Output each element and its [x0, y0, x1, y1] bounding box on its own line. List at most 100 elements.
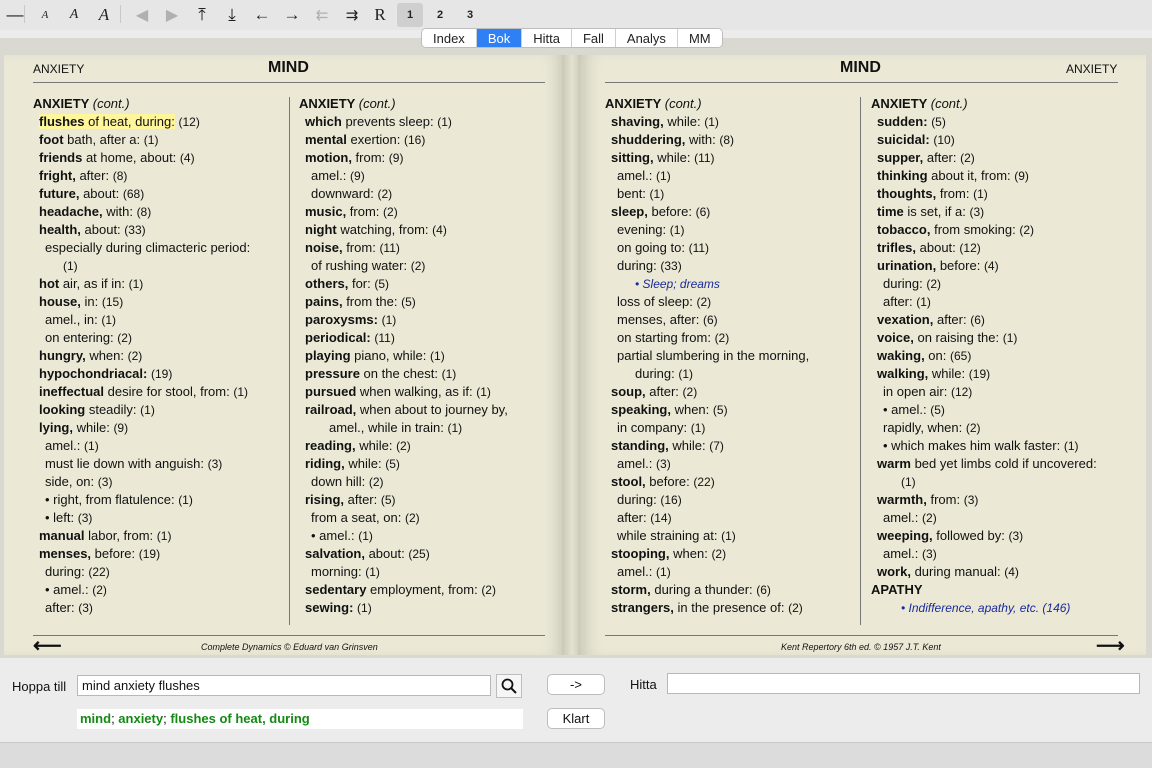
rubric-item[interactable]: morning: (1) [299, 563, 549, 581]
rubric-item[interactable]: • right, from flatulence: (1) [33, 491, 283, 509]
rubric-item[interactable]: reading, while: (2) [299, 437, 549, 455]
page-2-button[interactable]: 2 [427, 3, 453, 27]
rubric-item[interactable]: trifles, about: (12) [871, 239, 1126, 257]
rubric-item[interactable]: which prevents sleep: (1) [299, 113, 549, 131]
rubric-item[interactable]: thinking about it, from: (9) [871, 167, 1126, 185]
rubric-item[interactable]: sedentary employment, from: (2) [299, 581, 549, 599]
rubric-item[interactable]: flushes of heat, during: (12) [33, 113, 283, 131]
rubric-item[interactable]: • amel.: (2) [33, 581, 283, 599]
rubric-item[interactable]: pains, from the: (5) [299, 293, 549, 311]
tab-fall[interactable]: Fall [571, 29, 616, 47]
rubric-item[interactable]: on entering: (2) [33, 329, 283, 347]
rubric-item[interactable]: standing, while: (7) [605, 437, 855, 455]
history-forward-icon[interactable]: ⇉ [338, 3, 366, 27]
clear-button[interactable]: Klart [547, 708, 605, 729]
rubric-item[interactable]: in open air: (12) [871, 383, 1126, 401]
rubric-item[interactable]: motion, from: (9) [299, 149, 549, 167]
rubric-item[interactable]: warm bed yet limbs cold if uncovered: [871, 455, 1126, 473]
font-small-icon[interactable]: A [31, 3, 59, 27]
search-button[interactable] [496, 674, 522, 698]
rubric-item[interactable]: down hill: (2) [299, 473, 549, 491]
rubric-item[interactable]: shaving, while: (1) [605, 113, 855, 131]
rubric-item[interactable]: of rushing water: (2) [299, 257, 549, 275]
rubric-item[interactable]: • which makes him walk faster: (1) [871, 437, 1126, 455]
rubric-item[interactable]: thoughts, from: (1) [871, 185, 1126, 203]
rubric-item[interactable]: paroxysms: (1) [299, 311, 549, 329]
rubric-item[interactable]: stooping, when: (2) [605, 545, 855, 563]
tab-analys[interactable]: Analys [615, 29, 678, 47]
rubric-item[interactable]: work, during manual: (4) [871, 563, 1126, 581]
rubric-item[interactable]: manual labor, from: (1) [33, 527, 283, 545]
rubric-item[interactable]: lying, while: (9) [33, 419, 283, 437]
rubric-item[interactable]: on starting from: (2) [605, 329, 855, 347]
rubric-item[interactable]: friends at home, about: (4) [33, 149, 283, 167]
rubric-item[interactable]: speaking, when: (5) [605, 401, 855, 419]
history-back-icon[interactable]: ⇇ [308, 3, 336, 27]
path-segment[interactable]: anxiety [118, 711, 163, 726]
rubric-item[interactable]: on going to: (11) [605, 239, 855, 257]
rubric-item[interactable]: partial slumbering in the morning, [605, 347, 855, 365]
rubric-item[interactable]: mental exertion: (16) [299, 131, 549, 149]
rubric-item[interactable]: fright, after: (8) [33, 167, 283, 185]
rubric-item[interactable]: health, about: (33) [33, 221, 283, 239]
rubric-item[interactable]: sewing: (1) [299, 599, 549, 617]
rubric-item[interactable]: after: (14) [605, 509, 855, 527]
cross-reference-link[interactable]: • Sleep; dreams [605, 275, 855, 293]
rubric-item[interactable]: headache, with: (8) [33, 203, 283, 221]
rubric-item[interactable]: supper, after: (2) [871, 149, 1126, 167]
tab-hitta[interactable]: Hitta [522, 29, 572, 47]
rubric-item[interactable]: during: (22) [33, 563, 283, 581]
rubric-item[interactable]: loss of sleep: (2) [605, 293, 855, 311]
rubric-item[interactable]: amel.: (2) [871, 509, 1126, 527]
rubric-item[interactable]: while straining at: (1) [605, 527, 855, 545]
next-chapter-icon[interactable]: ▶ [158, 3, 186, 27]
rubric-item[interactable]: pursued when walking, as if: (1) [299, 383, 549, 401]
font-large-icon[interactable]: A [90, 3, 118, 27]
first-page-icon[interactable]: ⤒ [188, 3, 216, 27]
rubric-item[interactable]: waking, on: (65) [871, 347, 1126, 365]
rubric-item[interactable]: amel.: (1) [605, 563, 855, 581]
cross-reference-link[interactable]: • Indifference, apathy, etc. (146) [871, 599, 1126, 617]
rubric-item[interactable]: especially during climacteric period: [33, 239, 283, 257]
rubric-item[interactable]: must lie down with anguish: (3) [33, 455, 283, 473]
rubric-item[interactable]: shuddering, with: (8) [605, 131, 855, 149]
rubric-item[interactable]: amel.: (1) [33, 437, 283, 455]
rubric-item[interactable]: after: (3) [33, 599, 283, 617]
rubric-item[interactable]: riding, while: (5) [299, 455, 549, 473]
rubric-item[interactable]: during: (2) [871, 275, 1126, 293]
rubric-item[interactable]: rapidly, when: (2) [871, 419, 1126, 437]
rubric-item[interactable]: hungry, when: (2) [33, 347, 283, 365]
rubric-item[interactable]: amel.: (9) [299, 167, 549, 185]
rubric-item[interactable]: during: (1) [605, 365, 855, 383]
go-button[interactable]: -> [547, 674, 605, 695]
rubric-item[interactable]: • amel.: (5) [871, 401, 1126, 419]
rubric-item[interactable]: soup, after: (2) [605, 383, 855, 401]
rubric-item[interactable]: during: (16) [605, 491, 855, 509]
rubric-item[interactable]: downward: (2) [299, 185, 549, 203]
rubric-item[interactable]: from a seat, on: (2) [299, 509, 549, 527]
rubric-item[interactable]: salvation, about: (25) [299, 545, 549, 563]
rubric-item[interactable]: sitting, while: (11) [605, 149, 855, 167]
rubric-item[interactable]: • amel.: (1) [299, 527, 549, 545]
rubric-item[interactable]: menses, after: (6) [605, 311, 855, 329]
rubric-item[interactable]: (1) [33, 257, 283, 275]
prev-chapter-icon[interactable]: ◀ [128, 3, 156, 27]
next-page-arrow-icon[interactable]: ⟶ [1096, 633, 1125, 658]
rubric-item[interactable]: looking steadily: (1) [33, 401, 283, 419]
rubric-item[interactable]: strangers, in the presence of: (2) [605, 599, 855, 617]
rubric-item[interactable]: suicidal: (10) [871, 131, 1126, 149]
rubric-item[interactable]: rising, after: (5) [299, 491, 549, 509]
rubric-item[interactable]: (1) [871, 473, 1126, 491]
path-segment[interactable]: mind [80, 711, 111, 726]
rubric-item[interactable]: night watching, from: (4) [299, 221, 549, 239]
rubric-item[interactable]: evening: (1) [605, 221, 855, 239]
rubric-item[interactable]: house, in: (15) [33, 293, 283, 311]
rubric-item[interactable]: pressure on the chest: (1) [299, 365, 549, 383]
rubric-item[interactable]: foot bath, after a: (1) [33, 131, 283, 149]
rubric-item[interactable]: ineffectual desire for stool, from: (1) [33, 383, 283, 401]
rubric-item[interactable]: weeping, followed by: (3) [871, 527, 1126, 545]
rubric-item[interactable]: noise, from: (11) [299, 239, 549, 257]
page-3-button[interactable]: 3 [457, 3, 483, 27]
rubric-item[interactable]: after: (1) [871, 293, 1126, 311]
rubric-item[interactable]: warmth, from: (3) [871, 491, 1126, 509]
